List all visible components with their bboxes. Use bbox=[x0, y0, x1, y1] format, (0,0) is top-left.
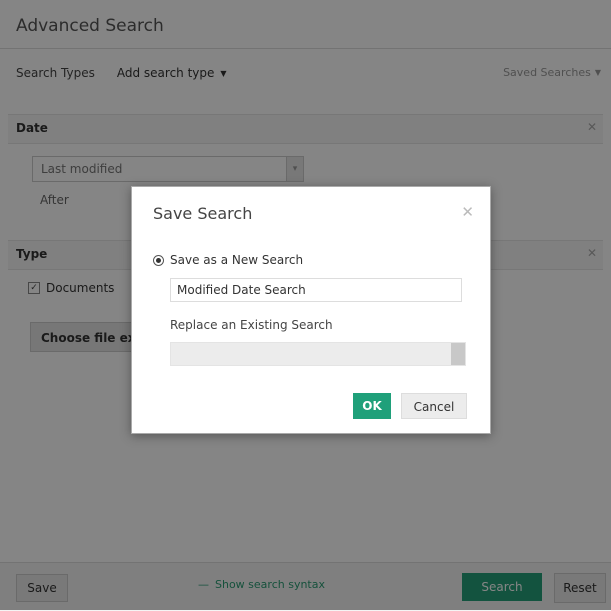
dialog-title: Save Search bbox=[153, 204, 253, 223]
replace-existing-label: Replace an Existing Search bbox=[170, 318, 333, 332]
select-handle bbox=[451, 343, 465, 365]
close-icon[interactable]: ✕ bbox=[461, 203, 474, 221]
save-search-dialog: Save Search ✕ Save as a New Search Repla… bbox=[131, 186, 491, 434]
radio-selected-icon[interactable] bbox=[153, 254, 164, 266]
search-name-input[interactable] bbox=[170, 278, 462, 302]
ok-button[interactable]: OK bbox=[353, 393, 391, 419]
replace-existing-select[interactable] bbox=[170, 342, 466, 366]
cancel-button[interactable]: Cancel bbox=[401, 393, 467, 419]
save-as-new-label: Save as a New Search bbox=[170, 253, 304, 267]
save-as-new-radio-row[interactable]: Save as a New Search bbox=[153, 253, 303, 267]
